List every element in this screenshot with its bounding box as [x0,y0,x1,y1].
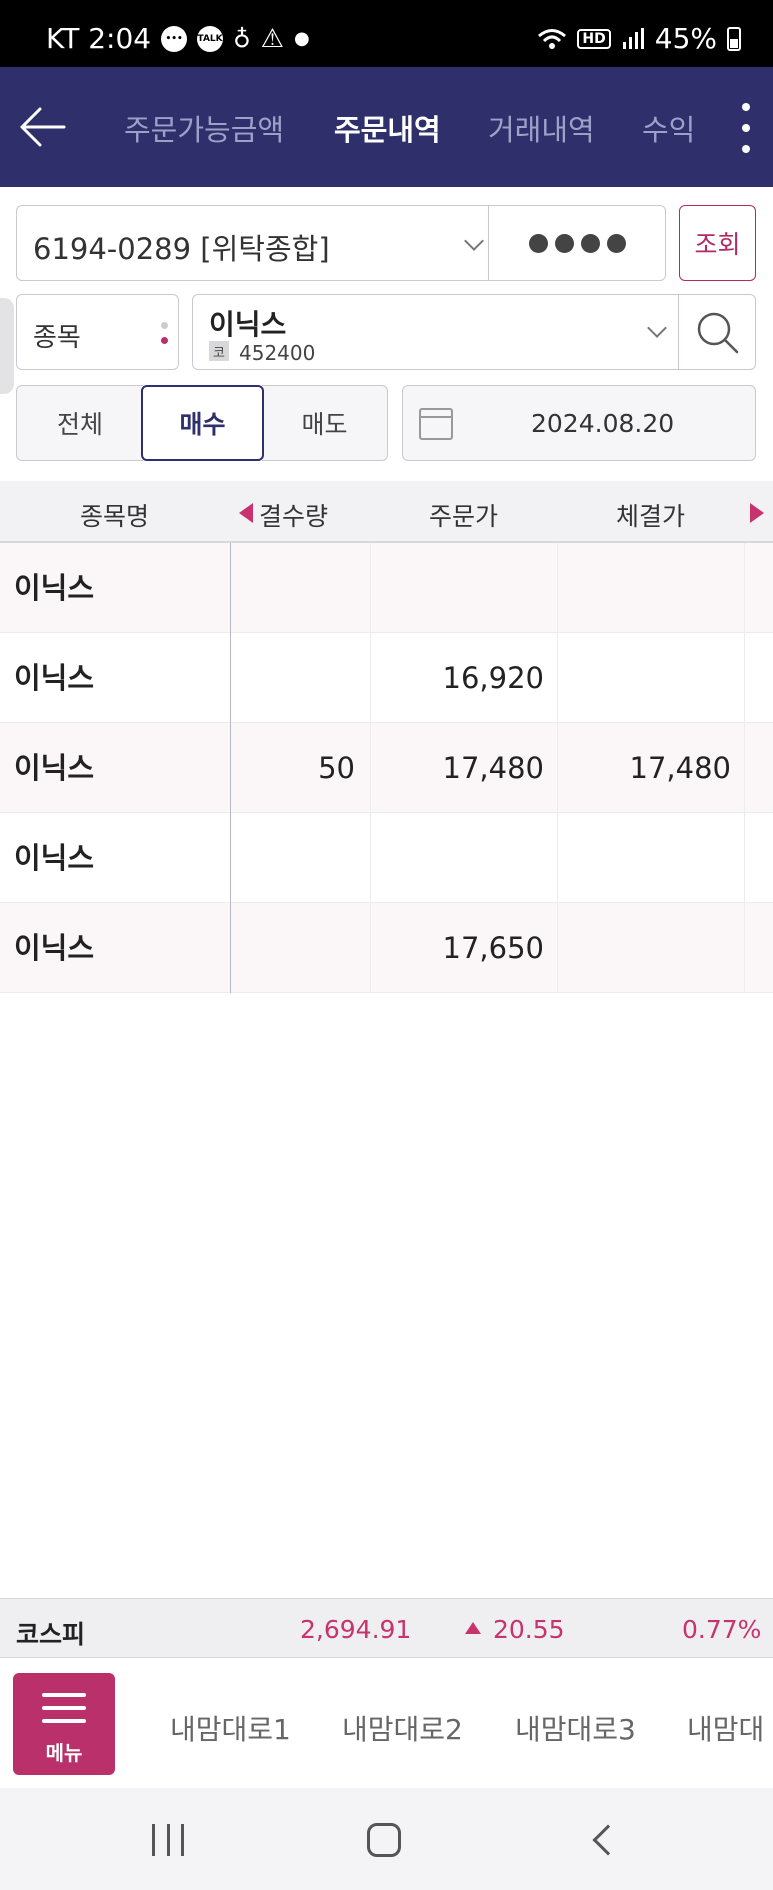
cell-order-price: 17,480 [442,751,544,785]
back-arrow-icon[interactable] [18,97,70,157]
signal-icon [622,27,644,49]
indicator-dot-icon [161,337,168,344]
table-row[interactable]: 이닉스 16,920 [0,633,773,723]
cell-order-price: 17,650 [442,931,544,965]
stock-name: 이닉스 [209,308,287,341]
battery-icon [727,26,741,51]
filter-sell-button[interactable]: 매도 [262,385,388,461]
wifi-icon [538,28,567,49]
date-picker[interactable]: 2024.08.20 [402,385,756,461]
hd-voice-icon: HD [577,28,611,49]
nav-back-icon[interactable] [592,1824,624,1856]
warning-icon: ⚠ [260,23,284,54]
home-icon[interactable] [367,1823,401,1857]
cell-name: 이닉스 [14,931,95,965]
account-select[interactable]: 6194-0289 [위탁종합] [16,205,490,281]
shortcut-1[interactable]: 내맘대로1 [170,1708,291,1748]
shortcut-2[interactable]: 내맘대로2 [342,1708,463,1748]
cell-name: 이닉스 [14,571,95,605]
filter-buy-button[interactable]: 매수 [141,385,264,461]
table-row[interactable]: 이닉스 [0,813,773,903]
chat-bubble-icon: ••• [161,25,188,52]
cell-name: 이닉스 [14,661,95,695]
more-notifications-icon: ● [293,28,310,49]
cell-exec-price: 17,480 [629,751,731,785]
table-row[interactable]: 이닉스 17,650 [0,903,773,993]
market-name: 코스피 [16,1620,86,1649]
kakao-talk-icon: TALK [197,25,224,52]
chevron-down-icon [464,231,484,251]
password-field[interactable] [488,205,666,281]
market-rate: 0.77% [682,1615,762,1644]
password-dot [554,233,574,253]
table-row[interactable]: 이닉스 50 17,480 17,480 [0,723,773,813]
table-header: 종목명 결수량 주문가 체결가 [0,481,773,543]
up-triangle-icon [465,1622,481,1634]
col-header-name: 종목명 [80,502,150,531]
calendar-icon [419,408,453,440]
cell-qty: 50 [318,751,355,785]
battery-percent: 45% [654,22,717,55]
hamburger-icon [42,1719,86,1723]
menu-label: 메뉴 [45,1741,83,1765]
cell-order-price: 16,920 [442,661,544,695]
tab-order-history[interactable]: 주문내역 [334,107,441,149]
date-value: 2024.08.20 [531,409,675,438]
hamburger-icon [42,1693,86,1697]
order-list: 이닉스 이닉스 16,920 이닉스 50 17,480 17,480 이닉스 … [0,543,773,993]
password-dot [528,233,548,253]
password-dot [580,233,600,253]
hamburger-icon [42,1706,86,1710]
bottom-menu: 메뉴 내맘대로1 내맘대로2 내맘대로3 내맘대 [0,1658,773,1788]
app-notification-icon: ♁ [233,24,251,53]
col-header-exec-price: 체결가 [616,502,686,531]
market-change: 20.55 [493,1615,565,1644]
side-drawer-handle[interactable] [0,298,14,394]
filter-all-button[interactable]: 전체 [16,385,143,461]
cell-name: 이닉스 [14,841,95,875]
recents-icon[interactable] [152,1824,184,1856]
cell-name: 이닉스 [14,751,95,785]
column-divider [744,543,745,993]
col-header-qty: 결수량 [259,502,329,531]
password-dot [606,233,626,253]
table-row[interactable]: 이닉스 [0,543,773,633]
menu-button[interactable]: 메뉴 [13,1673,115,1775]
carrier-time: KT 2:04 [46,22,152,55]
stock-code: 452400 [239,341,316,365]
market-index: 2,694.91 [300,1615,412,1644]
chevron-down-icon [647,318,667,338]
indicator-dot-icon [161,322,168,329]
code-badge: 코 [209,341,229,361]
stock-search-button[interactable] [678,294,756,370]
shortcut-3[interactable]: 내맘대로3 [515,1708,636,1748]
tab-profit[interactable]: 수익 [642,107,695,149]
column-divider [230,543,231,993]
query-button[interactable]: 조회 [679,205,756,281]
market-ticker[interactable]: 코스피 2,694.91 20.55 0.77% [0,1598,773,1658]
status-left: KT 2:04 ••• TALK ♁ ⚠ ● [46,22,310,55]
scroll-left-arrow-icon[interactable] [239,503,253,523]
system-nav-bar [0,1788,773,1890]
status-right: HD 45% [537,22,741,55]
more-options-icon[interactable] [739,103,753,153]
tab-trade-history[interactable]: 거래내역 [488,107,595,149]
col-header-order-price: 주문가 [429,502,499,531]
column-divider [557,543,558,993]
stock-select[interactable]: 이닉스 코 452400 [192,294,680,370]
column-divider [370,543,371,993]
stock-label: 종목 [33,323,81,353]
tab-order-available[interactable]: 주문가능금액 [124,107,284,149]
status-bar: KT 2:04 ••• TALK ♁ ⚠ ● HD 45% [0,0,773,67]
shortcut-4[interactable]: 내맘대 [687,1708,764,1748]
stock-type-select[interactable]: 종목 [16,294,179,370]
scroll-right-arrow-icon[interactable] [750,503,764,523]
search-icon [697,312,739,354]
account-number: 6194-0289 [위탁종합] [33,232,330,266]
app-header: 주문가능금액 주문내역 거래내역 수익 [0,67,773,187]
